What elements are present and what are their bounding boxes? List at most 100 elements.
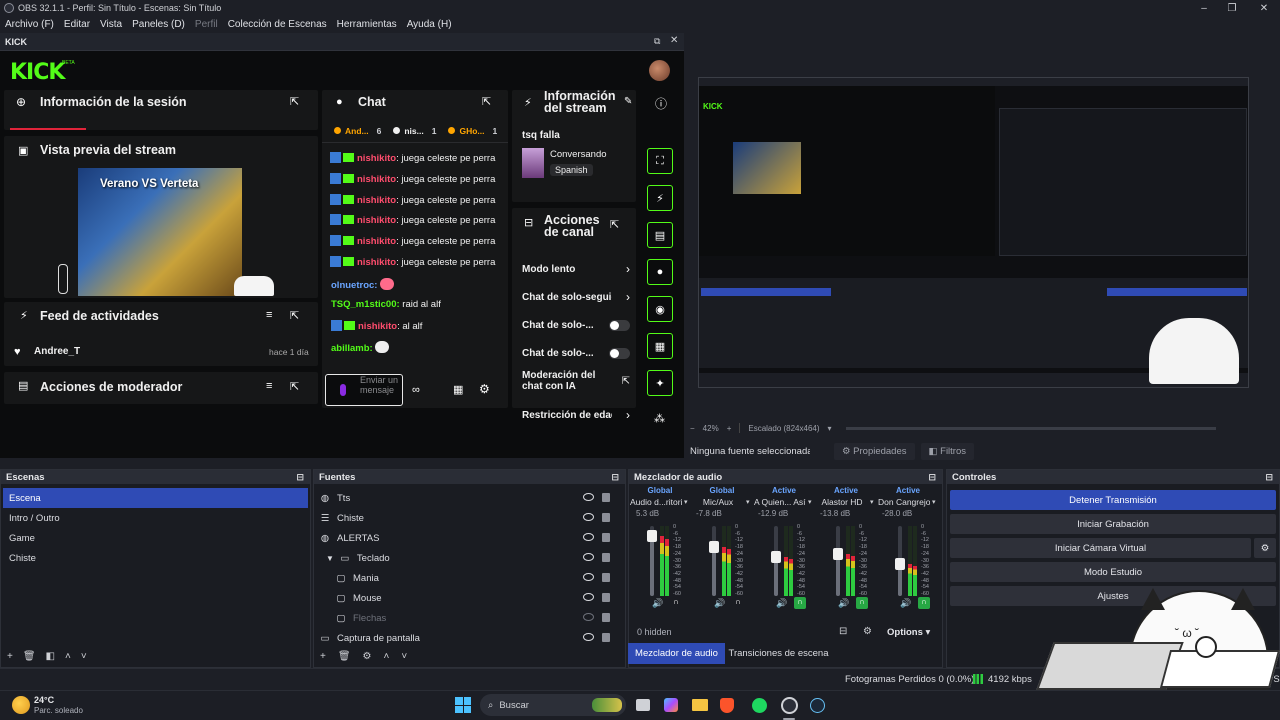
broadcast-icon[interactable]: ◉ [647,296,673,322]
chat-tab[interactable]: And... 6 [334,126,381,140]
source-item[interactable]: ▼ ▭ Teclado [318,548,618,568]
volume-slider[interactable] [709,526,719,596]
edit-icon[interactable]: ✎ [624,96,632,107]
scene-item[interactable]: Escena [3,488,308,508]
menu-item-1[interactable]: Editar [59,19,95,30]
chat-user-olnuetroc[interactable]: olnuetroc: [331,280,377,291]
menu-item-0[interactable]: Archivo (F) [0,19,59,30]
volume-handle[interactable] [709,541,719,553]
toggle-switch[interactable] [608,319,630,331]
lock-icon[interactable] [602,573,610,582]
volume-handle[interactable] [895,558,905,570]
maximize-button[interactable]: ❐ [1218,0,1246,16]
menu-item-7[interactable]: Ayuda (H) [402,19,457,30]
trash-icon[interactable]: 🗑 [338,651,351,662]
start-virtual-camera-button[interactable]: Iniciar Cámara Virtual [950,538,1251,558]
eye-icon[interactable] [583,593,594,601]
close-button[interactable]: ✕ [1250,0,1278,16]
eye-icon[interactable] [583,633,594,641]
eye-icon[interactable] [583,513,594,521]
task-view-icon[interactable] [636,699,650,711]
menu-item-4[interactable]: Perfil [190,19,223,30]
spotify-icon[interactable] [752,698,767,713]
scene-item[interactable]: Game [3,528,308,548]
fullscreen-icon[interactable]: ⛶ [647,148,673,174]
connections-icon[interactable]: ⁂ [654,412,665,425]
link-icon[interactable]: ⚙ [863,626,872,637]
layout-icon[interactable]: ⊟ [839,626,847,637]
chat-username[interactable]: nishikito [357,195,396,206]
headphone-icon[interactable]: ∩ [732,597,744,609]
toggle-switch[interactable] [608,347,630,359]
mixer-name-row[interactable]: Mic/Aux ▾ [692,497,752,507]
filters-button[interactable]: ◧ Filtros [920,442,975,460]
scale-dropdown[interactable]: Escalado (824x464) [748,424,819,433]
chat-icon[interactable]: ● [647,259,673,285]
popout-icon[interactable]: ⇱ [290,309,299,322]
eye-icon[interactable] [583,553,594,561]
windows-start-icon[interactable] [455,697,471,713]
source-item[interactable]: ▢ Mouse [318,588,618,608]
menu-item-3[interactable]: Paneles (D) [127,19,190,30]
speaker-icon[interactable]: 🔊 [776,598,787,609]
file-explorer-icon[interactable] [692,699,708,711]
brave-icon[interactable] [720,698,734,713]
chat-user-tsq[interactable]: TSQ_m1stic00: [331,299,400,310]
source-item[interactable]: ☰ Chiste [318,508,618,528]
tab-transitions[interactable]: Transiciones de escena [727,643,830,664]
headphone-icon[interactable]: ∩ [918,597,930,609]
dock-menu-icon[interactable]: ⊟ [928,472,936,483]
channel-action-item[interactable]: Modo lento › [522,256,630,282]
chat-username[interactable]: nishikito [357,236,396,247]
channel-action-item[interactable]: Moderación del chat con IA ⇱ [522,368,630,394]
headphone-icon[interactable]: ∩ [794,597,806,609]
volume-handle[interactable] [647,530,657,542]
eye-icon[interactable] [583,533,594,541]
chat-tab[interactable]: GHo... 1 [448,126,497,140]
speaker-icon[interactable]: 🔊 [714,598,725,609]
vcam-settings-icon[interactable]: ⚙ [1254,538,1276,558]
headphone-icon[interactable]: ∩ [856,597,868,609]
menu-item-6[interactable]: Herramientas [332,19,402,30]
chevron-up-icon[interactable]: ˄ [384,651,390,662]
gear-icon[interactable]: ⚙ [363,651,372,662]
source-item[interactable]: ◍ ALERTAS [318,528,618,548]
popout-icon[interactable]: ⇱ [482,95,491,108]
dock-menu-icon[interactable]: ⊟ [1265,472,1273,483]
chevron-down-icon[interactable]: ˅ [401,651,407,662]
weather-icon[interactable] [12,696,30,714]
zoom-in-button[interactable]: + [727,424,732,433]
undock-icon[interactable]: ⧉ [654,36,660,47]
chat-username[interactable]: nishikito [357,215,396,226]
eye-icon[interactable] [583,573,594,581]
menu-item-2[interactable]: Vista [95,19,127,30]
scene-item[interactable]: Intro / Outro [3,508,308,528]
eye-icon[interactable] [583,493,594,501]
zoom-out-button[interactable]: − [690,424,695,433]
properties-button[interactable]: ⚙ Propiedades [834,442,915,460]
lock-icon[interactable] [602,633,610,642]
source-item[interactable]: ▢ Flechas [318,608,618,628]
stream-thumbnail[interactable]: Verano VS Verteta [78,168,242,296]
add-icon[interactable]: + [320,651,326,662]
mixer-options-button[interactable]: Options ▾ [887,627,930,638]
chat-input[interactable]: Enviar un mensaje [325,374,403,406]
chat-username[interactable]: nishikito [357,153,396,164]
volume-slider[interactable] [647,526,657,596]
studio-mode-button[interactable]: Modo Estudio [950,562,1276,582]
minimize-button[interactable]: – [1190,0,1218,16]
chevron-down-icon[interactable]: ˅ [81,651,87,662]
lock-icon[interactable] [602,553,610,562]
scene-item[interactable]: Chiste [3,548,308,568]
mixer-name-row[interactable]: Alastor HD ▾ [816,497,876,507]
lock-icon[interactable] [602,513,610,522]
preview-scrollbar[interactable] [845,426,1216,430]
program-preview[interactable]: KICK [698,77,1249,388]
menu-item-5[interactable]: Colección de Escenas [223,19,332,30]
mic-icon[interactable] [340,384,346,396]
volume-slider[interactable] [771,526,781,596]
lightning-icon[interactable]: ⚡ [647,185,673,211]
filter-icon[interactable]: ◧ [46,651,55,662]
dock-menu-icon[interactable]: ⊟ [611,472,619,483]
lock-icon[interactable] [602,593,610,602]
